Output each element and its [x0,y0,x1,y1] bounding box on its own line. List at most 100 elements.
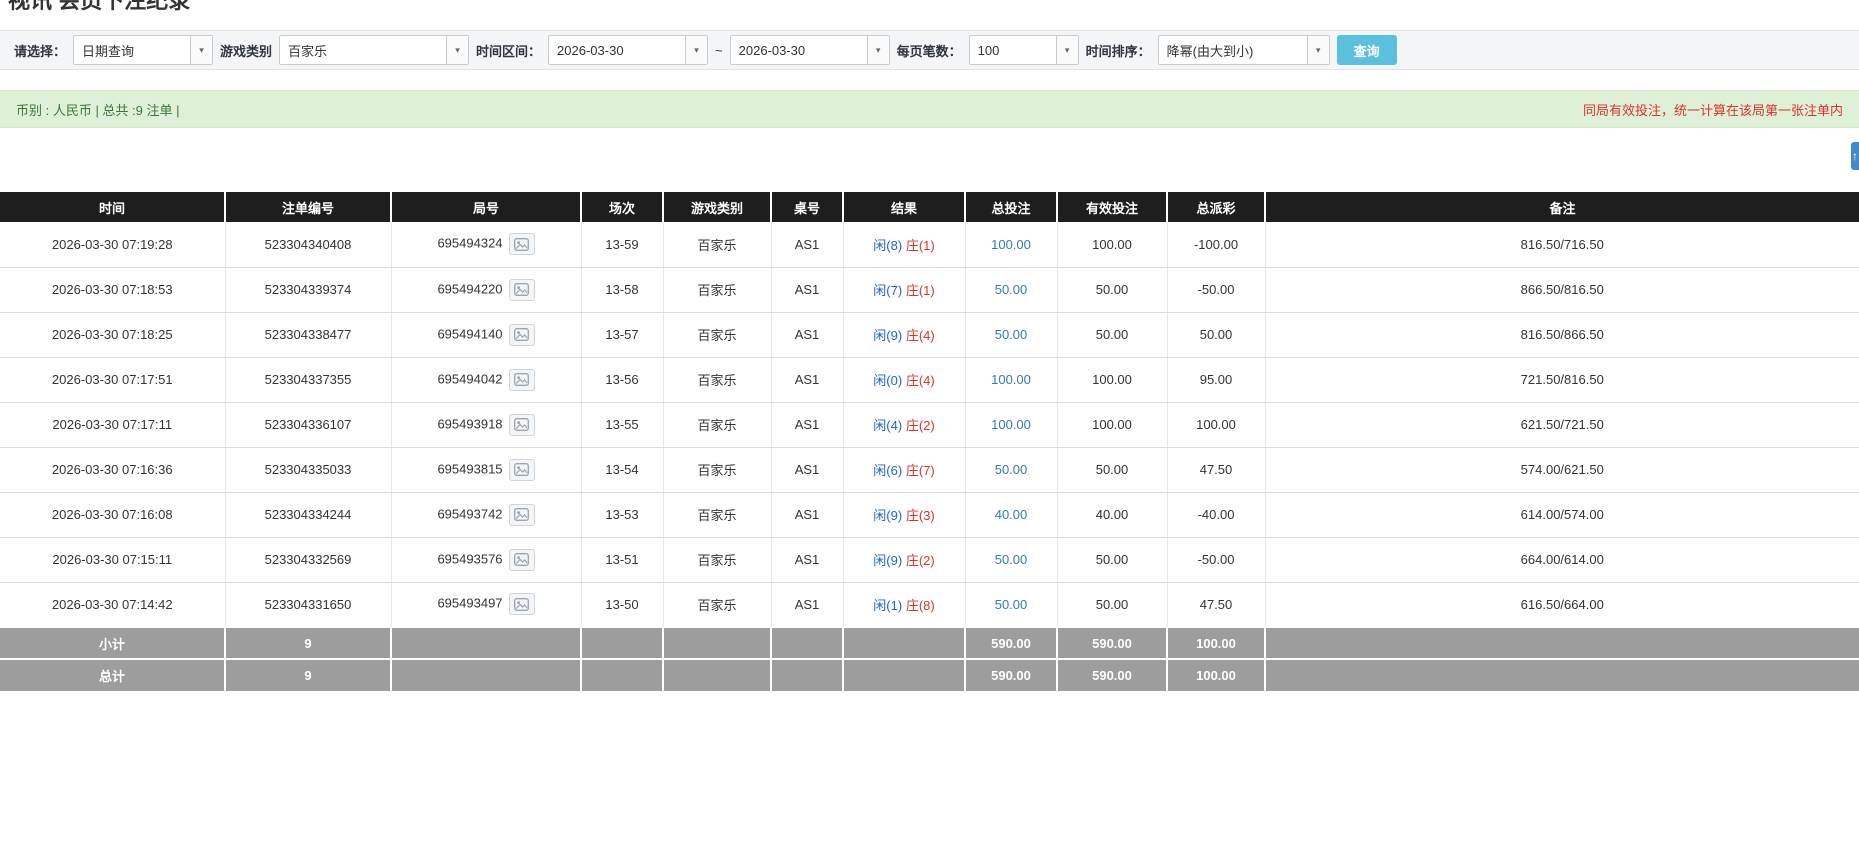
total-bet-cell: 50.00 [965,447,1058,493]
round-result-button[interactable] [508,548,535,571]
round-id: 695493497 [437,595,503,611]
total-bet-link[interactable]: 100.00 [991,372,1031,387]
col-header-valid-bet: 有效投注 [1057,192,1168,222]
chevron-down-icon[interactable]: ▾ [190,36,213,64]
result-cell: 闲(9) 庄(3) [843,492,966,538]
scroll-top-button[interactable]: ↑ [1851,142,1859,170]
time-cell: 2026-03-30 07:17:11 [0,402,226,448]
round-cell: 695494324 [391,222,582,268]
chevron-down-icon[interactable]: ▾ [446,36,469,64]
round-result-button[interactable] [508,233,535,256]
session-cell: 13-51 [581,537,664,583]
chevron-down-icon[interactable]: ▾ [1055,36,1078,64]
bet-id-cell: 523304339374 [225,267,392,313]
result-player: 闲(9) [873,553,903,568]
picture-icon [514,373,529,386]
round-result-button[interactable] [508,593,535,616]
bet-id-cell: 523304336107 [225,402,392,448]
session-cell: 13-50 [581,582,664,628]
total-bet-link[interactable]: 50.00 [995,597,1028,612]
table-row: 2026-03-30 07:14:42 523304331650 695493497… [0,582,1859,628]
per-page-dropdown[interactable]: 100 ▾ [968,35,1079,65]
round-id: 695493918 [437,415,503,431]
date-from-dropdown[interactable]: 2026-03-30 ▾ [548,35,709,65]
picture-icon [514,597,529,611]
footer-empty-cell [391,626,582,659]
round-result-button[interactable] [508,458,535,481]
game-type-cell: 百家乐 [663,267,772,313]
col-header-payout: 总派彩 [1167,192,1266,222]
subtotal-total-bet-cell: 590.00 [965,626,1058,659]
total-bet-link[interactable]: 40.00 [995,507,1028,522]
total-bet-link[interactable]: 100.00 [991,237,1031,252]
footer-empty-cell [843,658,966,691]
footer-empty-cell [843,626,966,659]
round-result-button[interactable] [508,413,535,436]
round-result-button[interactable] [508,278,535,301]
total-bet-cell: 100.00 [965,357,1058,403]
search-button[interactable]: 查询 [1336,35,1397,65]
total-bet-cell: 50.00 [965,537,1058,583]
subtotal-payout-cell: 100.00 [1167,626,1266,659]
session-cell: 13-59 [581,222,664,268]
payout-cell: 100.00 [1167,402,1266,448]
table-row: 2026-03-30 07:16:08 523304334244 695493742… [0,492,1859,538]
session-cell: 13-54 [581,447,664,493]
col-header-result: 结果 [843,192,966,222]
total-bet-link[interactable]: 50.00 [995,552,1028,567]
result-banker: 庄(2) [905,418,935,433]
footer-empty-cell [663,626,772,659]
table-row: 2026-03-30 07:18:25 523304338477 695494140… [0,312,1859,358]
result-cell: 闲(9) 庄(4) [843,312,966,358]
valid-bet-cell: 100.00 [1057,402,1168,448]
bet-id-cell: 523304340408 [225,222,392,268]
valid-bet-cell: 50.00 [1057,267,1168,313]
payout-cell: -40.00 [1167,492,1266,538]
total-bet-link[interactable]: 100.00 [991,417,1031,432]
subtotal-count-cell: 9 [225,626,392,659]
time-cell: 2026-03-30 07:14:42 [0,582,226,628]
total-bet-link[interactable]: 50.00 [995,327,1028,342]
table-no-cell: AS1 [771,222,844,268]
total-row: 总计 9 590.00 590.00 100.00 [0,658,1859,691]
chevron-down-icon[interactable]: ▾ [1306,36,1329,64]
round-result-button[interactable] [508,368,535,391]
footer-empty-cell [581,626,664,659]
session-cell: 13-56 [581,357,664,403]
game-type-dropdown[interactable]: 百家乐 ▾ [279,35,470,65]
round-result-button[interactable] [508,503,535,526]
chevron-down-icon[interactable]: ▾ [866,36,889,64]
per-page-label: 每页笔数： [896,43,962,59]
picture-icon [514,283,529,296]
total-bet-cell: 50.00 [965,582,1058,628]
chevron-down-icon[interactable]: ▾ [685,36,708,64]
select-type-value: 日期查询 [82,43,135,59]
col-header-game-type: 游戏类别 [663,192,772,222]
time-cell: 2026-03-30 07:18:25 [0,312,226,358]
total-bet-link[interactable]: 50.00 [995,462,1028,477]
table-row: 2026-03-30 07:17:51 523304337355 695494042… [0,357,1859,403]
sort-order-dropdown[interactable]: 降幂(由大到小) ▾ [1157,35,1330,65]
result-cell: 闲(7) 庄(1) [843,267,966,313]
table-no-cell: AS1 [771,447,844,493]
valid-bet-cell: 50.00 [1057,537,1168,583]
total-bet-link[interactable]: 50.00 [995,282,1028,297]
round-cell: 695493742 [391,492,582,538]
sort-order-value: 降幂(由大到小) [1166,43,1254,59]
table-row: 2026-03-30 07:18:53 523304339374 695494220… [0,267,1859,313]
result-banker: 庄(1) [905,237,935,253]
valid-bet-cell: 50.00 [1057,447,1168,493]
select-type-dropdown[interactable]: 日期查询 ▾ [73,35,214,65]
round-id: 695494140 [437,325,503,341]
date-to-dropdown[interactable]: 2026-03-30 ▾ [729,35,890,65]
note-cell: 664.00/614.00 [1265,537,1859,583]
note-cell: 816.50/866.50 [1265,312,1859,358]
round-result-button[interactable] [508,323,535,346]
payout-cell: -100.00 [1167,222,1266,268]
valid-bet-cell: 40.00 [1057,492,1168,538]
result-player: 闲(9) [873,508,903,523]
round-cell: 695493497 [391,582,582,628]
result-banker: 庄(3) [905,508,935,523]
result-cell: 闲(4) 庄(2) [843,402,966,448]
col-header-note: 备注 [1265,192,1859,222]
